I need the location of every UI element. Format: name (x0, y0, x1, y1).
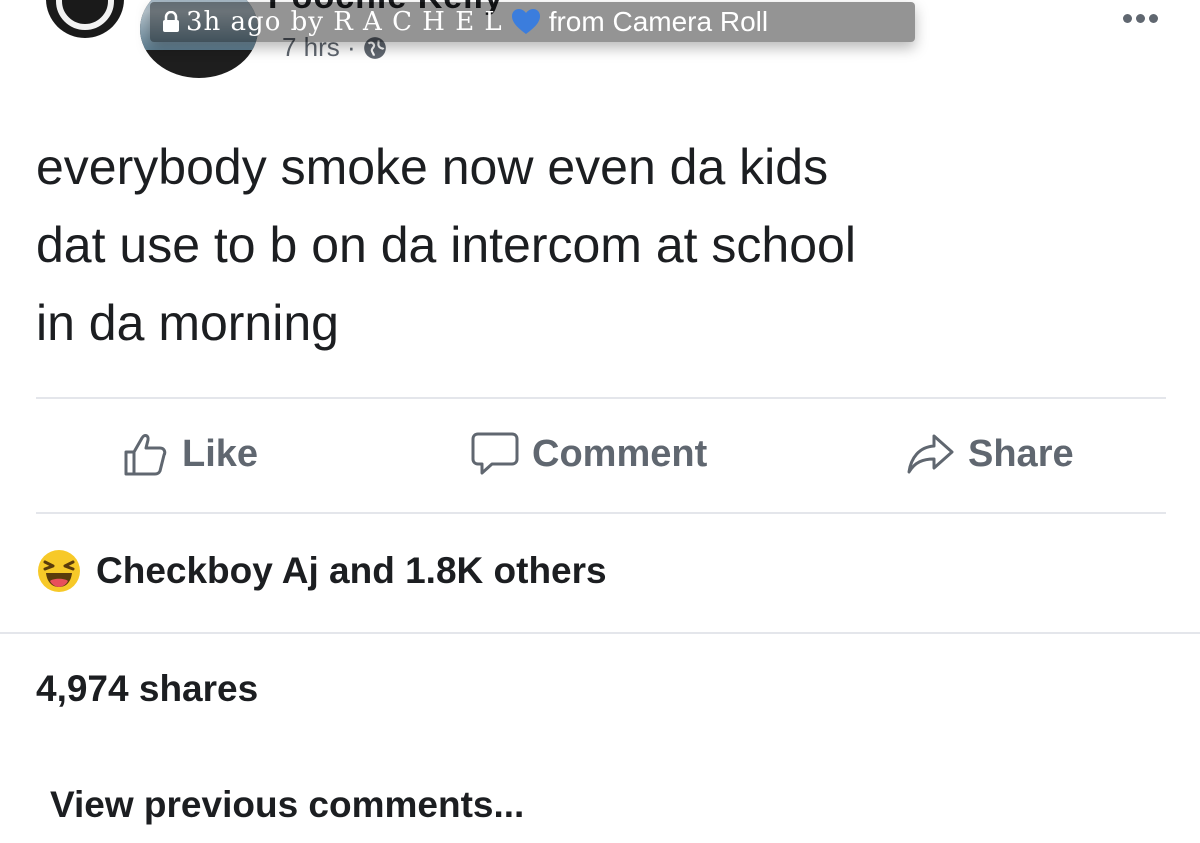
haha-emoji-icon (38, 550, 80, 592)
reactions-summary[interactable]: Checkboy Aj and 1.8K others (36, 548, 607, 594)
post-text: everybody smoke now even da kids dat use… (36, 128, 1156, 362)
like-button[interactable]: Like (122, 430, 258, 478)
view-previous-comments-link[interactable]: View previous comments... (50, 784, 524, 826)
comment-button[interactable]: Comment (470, 430, 707, 478)
lock-icon (163, 11, 179, 32)
share-label: Share (968, 432, 1074, 475)
snap-meta-text: 3h ago by R A C H E L (186, 7, 503, 37)
divider-top (36, 397, 1166, 399)
divider-reactions (0, 632, 1200, 634)
avatar[interactable] (46, 0, 124, 38)
post-action-bar: Like Comment Share (36, 400, 1166, 514)
more-horizontal-icon[interactable] (1123, 14, 1158, 23)
facebook-post-screenshot: Poochie Kelly 7 hrs · 3h ago by R A C H … (0, 0, 1200, 843)
divider-actions (36, 512, 1166, 514)
snapchat-caption-overlay: 3h ago by R A C H E L from Camera Roll (150, 2, 915, 42)
post-header: Poochie Kelly 7 hrs · 3h ago by R A C H … (0, 0, 1200, 95)
like-label: Like (182, 432, 259, 475)
comment-label: Comment (532, 432, 708, 475)
shares-count[interactable]: 4,974 shares (36, 668, 258, 710)
post-text-line: dat use to b on da intercom at school (36, 217, 856, 273)
post-text-line: everybody smoke now even da kids (36, 139, 829, 195)
avatar-hood (56, 0, 114, 30)
reactions-text: Checkboy Aj and 1.8K others (96, 550, 607, 591)
snap-source-text: from Camera Roll (548, 6, 769, 37)
share-button[interactable]: Share (906, 430, 1074, 478)
share-arrow-icon (907, 434, 954, 474)
thumbs-up-icon (124, 434, 167, 476)
speech-bubble-icon (471, 432, 519, 475)
post-text-line: in da morning (36, 295, 339, 351)
blue-heart-icon (511, 9, 540, 34)
